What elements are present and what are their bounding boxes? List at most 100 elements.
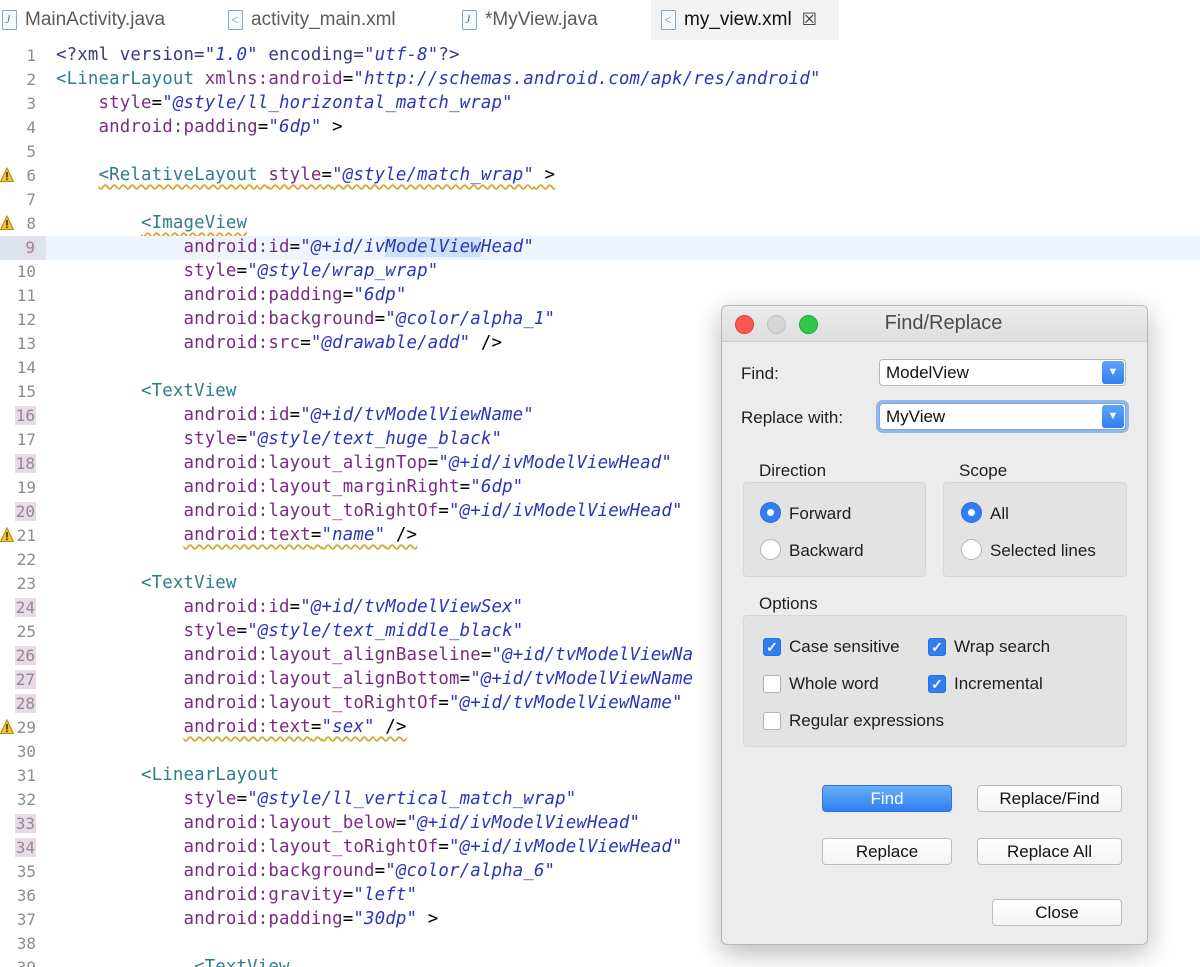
code-line[interactable]: 9 android:id="@+id/ivModelViewHead" [0, 236, 1200, 260]
close-button[interactable]: Close [992, 899, 1122, 926]
line-number: 1 [26, 46, 36, 65]
code-text[interactable]: style="@style/ll_vertical_match_wrap" [56, 789, 576, 809]
code-text[interactable]: android:id="@+id/tvModelViewName" [56, 405, 534, 425]
forward-label[interactable]: Forward [789, 504, 851, 524]
chevron-down-icon[interactable]: ▼ [1102, 361, 1124, 384]
line-gutter: 8 [0, 212, 46, 236]
line-number: 33 [14, 814, 36, 833]
code-text[interactable]: <RelativeLayout style="@style/match_wrap… [56, 165, 555, 185]
code-text[interactable]: android:layout_toRightOf="@+id/ivModelVi… [56, 837, 683, 857]
find-combobox[interactable]: ModelView ▼ [879, 359, 1126, 386]
case-sensitive-label[interactable]: Case sensitive [789, 637, 900, 657]
code-text[interactable]: android:layout_marginRight="6dp" [56, 477, 523, 497]
code-text[interactable]: android:layout_alignBottom="@+id/tvModel… [56, 669, 693, 689]
code-text[interactable]: android:gravity="left" [56, 885, 417, 905]
scope-selected-lines-radio[interactable] [961, 539, 982, 560]
line-gutter: 14 [0, 356, 46, 380]
incremental-label[interactable]: Incremental [954, 674, 1043, 694]
line-gutter: 11 [0, 284, 46, 308]
warning-icon [0, 527, 14, 542]
backward-radio[interactable] [760, 539, 781, 560]
code-line[interactable]: 3 style="@style/ll_horizontal_match_wrap… [0, 92, 1200, 116]
tab-label: my_view.xml [684, 9, 792, 30]
chevron-down-icon[interactable]: ▼ [1102, 405, 1124, 428]
case-sensitive-checkbox[interactable]: ✓ [763, 638, 781, 656]
line-gutter: 37 [0, 908, 46, 932]
line-gutter: 4 [0, 116, 46, 140]
line-gutter: 3 [0, 92, 46, 116]
replace-combobox[interactable]: MyView ▼ [879, 403, 1126, 430]
line-gutter: 39 [0, 956, 46, 967]
line-number: 9 [24, 238, 36, 257]
code-line[interactable]: 1 <?xml version="1.0" encoding="utf-8"?> [0, 44, 1200, 68]
code-text[interactable]: android:padding="30dp" > [56, 909, 438, 929]
line-gutter: 38 [0, 932, 46, 956]
code-line[interactable]: 8 <ImageView [0, 212, 1200, 236]
code-text[interactable]: android:layout_alignTop="@+id/ivModelVie… [56, 453, 672, 473]
code-text[interactable]: android:layout_alignBaseline="@+id/tvMod… [56, 645, 693, 665]
line-number: 7 [26, 190, 36, 209]
whole-word-checkbox[interactable] [763, 675, 781, 693]
whole-word-label[interactable]: Whole word [789, 674, 879, 694]
xml-file-icon: < [661, 10, 676, 30]
replace-find-button[interactable]: Replace/Find [977, 785, 1122, 812]
tab-my-view-xml[interactable]: < my_view.xml ☒ [651, 0, 839, 40]
code-text[interactable]: <TextView [56, 957, 290, 967]
wrap-search-label[interactable]: Wrap search [954, 637, 1050, 657]
code-text[interactable]: style="@style/text_huge_black" [56, 429, 502, 449]
find-button[interactable]: Find [822, 785, 952, 812]
code-text[interactable]: android:layout_toRightOf="@+id/ivModelVi… [56, 501, 683, 521]
find-input[interactable]: ModelView [886, 363, 969, 383]
scope-all-label[interactable]: All [990, 504, 1009, 524]
code-text[interactable]: android:layout_toRightOf="@+id/tvModelVi… [56, 693, 683, 713]
code-text[interactable]: style="@style/wrap_wrap" [56, 261, 438, 281]
code-text[interactable]: style="@style/text_middle_black" [56, 621, 523, 641]
code-text[interactable]: android:id="@+id/ivModelViewHead" [56, 237, 534, 257]
code-text[interactable]: android:padding="6dp" > [56, 117, 343, 137]
code-text[interactable]: android:layout_below="@+id/ivModelViewHe… [56, 813, 640, 833]
backward-label[interactable]: Backward [789, 541, 864, 561]
code-line[interactable]: 10 style="@style/wrap_wrap" [0, 260, 1200, 284]
code-text[interactable]: android:background="@color/alpha_1" [56, 309, 555, 329]
code-text[interactable]: android:background="@color/alpha_6" [56, 861, 555, 881]
code-text[interactable]: <TextView [56, 381, 237, 401]
line-gutter: 28 [0, 692, 46, 716]
code-text[interactable]: style="@style/ll_horizontal_match_wrap" [56, 93, 513, 113]
code-text[interactable]: <?xml version="1.0" encoding="utf-8"?> [56, 45, 460, 65]
scope-selected-lines-label[interactable]: Selected lines [990, 541, 1096, 561]
code-line[interactable]: 2 <LinearLayout xmlns:android="http://sch… [0, 68, 1200, 92]
code-line[interactable]: 7 [0, 188, 1200, 212]
tab-label: MainActivity.java [25, 9, 166, 30]
code-line[interactable]: 6 <RelativeLayout style="@style/match_wr… [0, 164, 1200, 188]
code-text[interactable]: <LinearLayout xmlns:android="http://sche… [56, 69, 821, 89]
tab-mainactivity-java[interactable]: J MainActivity.java [2, 0, 212, 40]
forward-radio[interactable] [760, 502, 781, 523]
replace-input[interactable]: MyView [886, 407, 945, 427]
regular-expressions-checkbox[interactable] [763, 712, 781, 730]
code-text[interactable]: android:id="@+id/tvModelViewSex" [56, 597, 523, 617]
code-text[interactable]: <LinearLayout [56, 765, 279, 785]
code-text[interactable]: android:padding="6dp" [56, 285, 407, 305]
line-gutter: 12 [0, 308, 46, 332]
line-gutter: 29 [0, 716, 46, 740]
line-gutter: 22 [0, 548, 46, 572]
code-text[interactable]: android:src="@drawable/add" /> [56, 333, 502, 353]
code-text[interactable]: android:text="name" /> [56, 525, 417, 545]
code-text[interactable]: <TextView [56, 573, 237, 593]
regular-expressions-label[interactable]: Regular expressions [789, 711, 944, 731]
code-line[interactable]: 4 android:padding="6dp" > [0, 116, 1200, 140]
code-line[interactable]: 39 <TextView [0, 956, 1200, 967]
incremental-checkbox[interactable]: ✓ [928, 675, 946, 693]
tab-activity-main-xml[interactable]: < activity_main.xml [228, 0, 448, 40]
scope-all-radio[interactable] [961, 502, 982, 523]
line-gutter: 13 [0, 332, 46, 356]
replace-all-button[interactable]: Replace All [977, 838, 1122, 865]
wrap-search-checkbox[interactable]: ✓ [928, 638, 946, 656]
code-text[interactable]: <ImageView [56, 213, 247, 233]
close-tab-icon[interactable]: ☒ [802, 10, 817, 30]
code-line[interactable]: 5 [0, 140, 1200, 164]
line-number: 28 [14, 694, 36, 713]
replace-button[interactable]: Replace [822, 838, 952, 865]
code-text[interactable]: android:text="sex" /> [56, 717, 407, 737]
tab-myview-java[interactable]: J *MyView.java [462, 0, 642, 40]
